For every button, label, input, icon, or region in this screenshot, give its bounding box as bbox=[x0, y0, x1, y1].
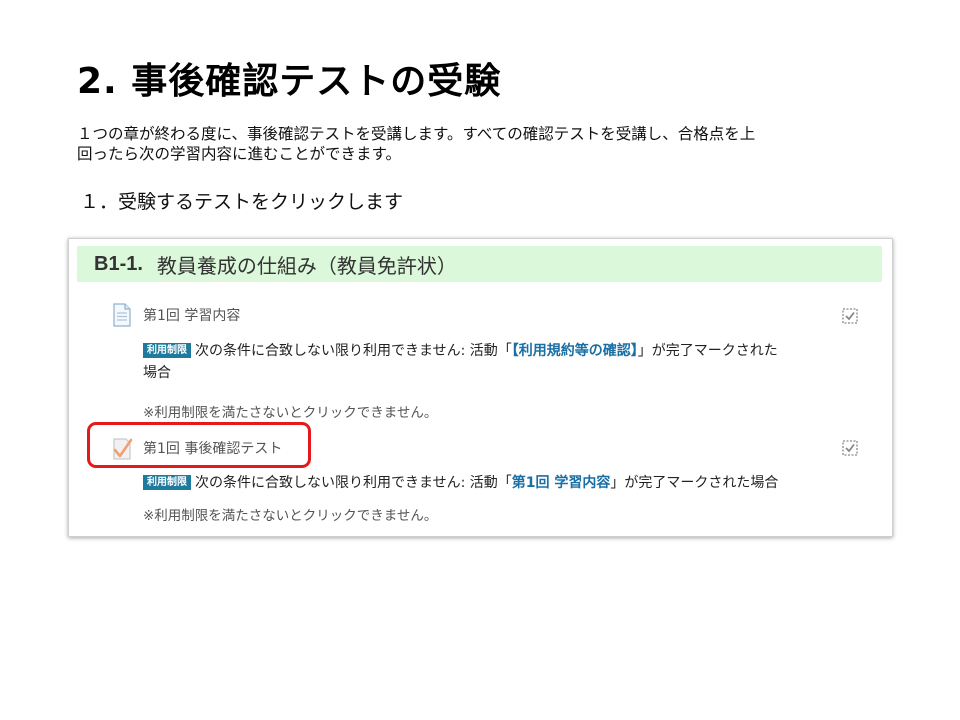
restriction-wrap: 場合 bbox=[143, 365, 171, 381]
restriction-link[interactable]: 第1回 学習内容 bbox=[512, 475, 611, 491]
restriction-note: ※利用制限を満たさないとクリックできません。 bbox=[143, 508, 438, 524]
intro-line-1: １つの章が終わる度に、事後確認テストを受講します。すべての確認テストを受講し、合… bbox=[77, 125, 756, 143]
restriction-note: ※利用制限を満たさないとクリックできません。 bbox=[143, 405, 438, 421]
restriction-badge: 利用制限 bbox=[143, 475, 191, 490]
intro-text: １つの章が終わる度に、事後確認テストを受講します。すべての確認テストを受講し、合… bbox=[77, 124, 897, 164]
step-instruction: １．受験するテストをクリックします bbox=[80, 191, 404, 213]
section-name: 教員養成の仕組み（教員免許状） bbox=[156, 253, 457, 278]
completion-checkbox-icon[interactable] bbox=[842, 308, 858, 324]
activity-link-study[interactable]: 第1回 学習内容 bbox=[111, 303, 240, 327]
section-header: B1-1. 教員養成の仕組み（教員免許状） bbox=[77, 246, 882, 282]
restriction-text: 利用制限 次の条件に合致しない限り利用できません: 活動「【利用規約等の確認】」が… bbox=[143, 340, 853, 384]
restriction-badge: 利用制限 bbox=[143, 343, 191, 358]
restriction-text: 利用制限 次の条件に合致しない限り利用できません: 活動「第1回 学習内容」が完了… bbox=[143, 472, 853, 494]
completion-checkbox-icon[interactable] bbox=[842, 440, 858, 456]
restriction-suffix: 」が完了マークされた場合 bbox=[610, 475, 779, 491]
restriction-prefix: 次の条件に合致しない限り利用できません: 活動「 bbox=[195, 475, 512, 491]
section-code: B1-1. bbox=[94, 252, 143, 275]
restriction-link[interactable]: 【利用規約等の確認】 bbox=[512, 343, 638, 359]
intro-line-2: 回ったら次の学習内容に進むことができます。 bbox=[77, 145, 401, 163]
restriction-suffix: 」が完了マークされた bbox=[637, 343, 778, 359]
slide-title: 2. 事後確認テストの受験 bbox=[77, 61, 502, 102]
restriction-prefix: 次の条件に合致しない限り利用できません: 活動「 bbox=[195, 343, 512, 359]
page-icon bbox=[111, 303, 133, 327]
activity-title: 第1回 学習内容 bbox=[143, 308, 241, 324]
highlight-annotation bbox=[87, 422, 311, 468]
course-screenshot: B1-1. 教員養成の仕組み（教員免許状） 第1回 学習内容 利用制限 次の条件に… bbox=[68, 238, 893, 537]
